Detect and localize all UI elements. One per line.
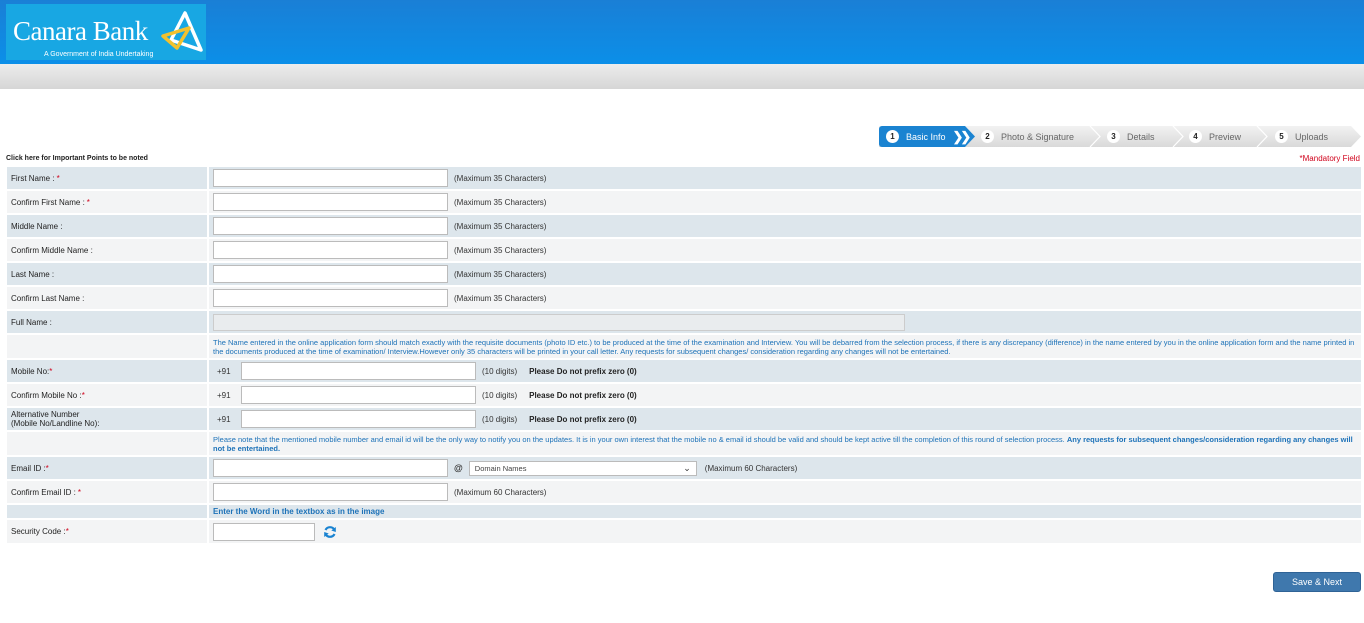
last-name-row: Last Name : (Maximum 35 Characters) (7, 263, 1361, 287)
email-label: Email ID : (11, 463, 46, 473)
alternative-number-label: Alternative Number (11, 410, 80, 419)
zero-prefix-hint: Please Do not prefix zero (0) (529, 366, 637, 376)
canara-bank-logo[interactable]: Canara Bank A Government of India Undert… (6, 4, 206, 60)
alternative-number-input[interactable] (241, 410, 476, 428)
confirm-first-name-input[interactable] (213, 193, 448, 211)
step-uploads[interactable]: 5 Uploads (1275, 126, 1328, 147)
confirm-middle-name-label: Confirm Middle Name : (11, 245, 93, 255)
confirm-first-name-label: Confirm First Name : (11, 197, 85, 207)
contact-note-row: Please note that the mentioned mobile nu… (7, 432, 1361, 457)
confirm-last-name-row: Confirm Last Name : (Maximum 35 Characte… (7, 287, 1361, 311)
step-separator (1256, 126, 1268, 147)
max-chars-hint: (Maximum 35 Characters) (454, 293, 547, 303)
mandatory-field-note: *Mandatory Field (1299, 154, 1360, 163)
step-photo-signature[interactable]: 2 Photo & Signature (981, 126, 1074, 147)
security-code-label: Security Code : (11, 527, 66, 536)
confirm-middle-name-row: Confirm Middle Name : (Maximum 35 Charac… (7, 239, 1361, 263)
last-name-input[interactable] (213, 265, 448, 283)
confirm-last-name-label: Confirm Last Name : (11, 293, 85, 303)
name-note-row: The Name entered in the online applicati… (7, 335, 1361, 360)
confirm-email-row: Confirm Email ID : * (Maximum 60 Characte… (7, 481, 1361, 505)
at-sign: @ (454, 463, 463, 473)
confirm-middle-name-input[interactable] (213, 241, 448, 259)
mobile-input[interactable] (241, 362, 476, 380)
max-chars-hint: (Maximum 60 Characters) (454, 487, 547, 497)
alternative-number-row: Alternative Number (Mobile No/Landline N… (7, 408, 1361, 432)
alternative-number-sublabel: (Mobile No/Landline No): (11, 419, 100, 428)
max-chars-hint: (Maximum 35 Characters) (454, 197, 547, 207)
mobile-row: Mobile No: * +91 (10 digits) Please Do no… (7, 360, 1361, 384)
last-name-label: Last Name : (11, 269, 55, 279)
middle-name-label: Middle Name : (11, 221, 63, 231)
security-code-input[interactable] (213, 522, 315, 541)
double-chevron-icon: ❯❯ (952, 128, 972, 144)
chevron-down-icon: ⌄ (683, 462, 691, 473)
full-name-label: Full Name : (11, 317, 52, 327)
zero-prefix-hint: Please Do not prefix zero (0) (529, 414, 637, 424)
confirm-mobile-input[interactable] (241, 386, 476, 404)
first-name-input[interactable] (213, 169, 448, 187)
step-separator (1172, 126, 1184, 147)
save-next-button[interactable]: Save & Next (1273, 572, 1361, 592)
country-code: +91 (217, 414, 231, 424)
digits-hint: (10 digits) (482, 366, 518, 376)
first-name-label: First Name : (11, 173, 55, 183)
mobile-label: Mobile No: (11, 366, 50, 376)
max-chars-hint: (Maximum 60 Characters) (704, 463, 798, 473)
max-chars-hint: (Maximum 35 Characters) (454, 221, 547, 231)
first-name-row: First Name : * (Maximum 35 Characters) (7, 167, 1361, 191)
name-match-note: The Name entered in the online applicati… (213, 337, 1355, 356)
captcha-note-row: Enter the Word in the textbox as in the … (7, 505, 1361, 520)
security-code-row: Security Code : * (7, 520, 1361, 545)
logo-name: Canara Bank (13, 16, 148, 46)
country-code: +91 (217, 390, 231, 400)
full-name-input (213, 313, 905, 331)
logo-tagline: A Government of India Undertaking (44, 51, 154, 58)
email-input[interactable] (213, 459, 448, 477)
site-header: Canara Bank A Government of India Undert… (0, 0, 1364, 64)
middle-name-row: Middle Name : (Maximum 35 Characters) (7, 215, 1361, 239)
important-points-link[interactable]: Click here for Important Points to be no… (6, 155, 148, 162)
contact-update-note: Please note that the mentioned mobile nu… (213, 434, 1353, 453)
captcha-instruction: Enter the Word in the textbox as in the … (213, 507, 385, 516)
confirm-email-input[interactable] (213, 483, 448, 501)
max-chars-hint: (Maximum 35 Characters) (454, 269, 547, 279)
full-name-row: Full Name : (7, 311, 1361, 335)
step-details[interactable]: 3 Details (1107, 126, 1155, 147)
confirm-mobile-row: Confirm Mobile No : * +91 (10 digits) Ple… (7, 384, 1361, 408)
max-chars-hint: (Maximum 35 Characters) (454, 245, 547, 255)
step-preview[interactable]: 4 Preview (1189, 126, 1241, 147)
confirm-mobile-label: Confirm Mobile No : (11, 390, 82, 400)
domain-select[interactable]: Domain Names ⌄ (468, 460, 697, 476)
sub-navigation-bar (0, 64, 1364, 89)
max-chars-hint: (Maximum 35 Characters) (454, 173, 547, 183)
digits-hint: (10 digits) (482, 414, 518, 424)
email-row: Email ID : * @ Domain Names ⌄ (Maximum 60… (7, 457, 1361, 481)
confirm-email-label: Confirm Email ID : (11, 487, 76, 497)
step-basic-info[interactable]: 1 Basic Info ❯❯ (886, 126, 972, 147)
basic-info-form: First Name : * (Maximum 35 Characters) Co… (7, 167, 1361, 545)
country-code: +91 (217, 366, 231, 376)
step-separator (1089, 126, 1101, 147)
canara-triangle-icon (161, 11, 203, 52)
confirm-last-name-input[interactable] (213, 289, 448, 307)
middle-name-input[interactable] (213, 217, 448, 235)
zero-prefix-hint: Please Do not prefix zero (0) (529, 390, 637, 400)
digits-hint: (10 digits) (482, 390, 518, 400)
step-wizard: 1 Basic Info ❯❯ 2 Photo & Signature 3 De… (879, 126, 1361, 147)
refresh-captcha-icon[interactable] (323, 525, 337, 539)
confirm-first-name-row: Confirm First Name : * (Maximum 35 Charac… (7, 191, 1361, 215)
